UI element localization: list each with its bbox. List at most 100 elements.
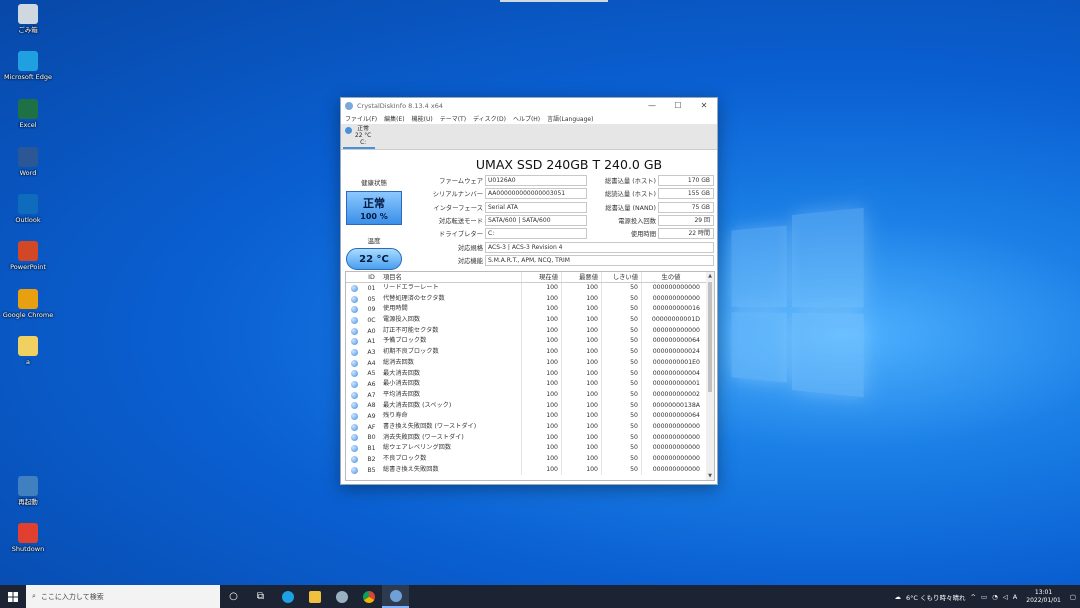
- attr-worst: 100: [562, 389, 602, 401]
- taskbar-search[interactable]: ⌕ ここに入力して検索: [26, 585, 220, 608]
- table-row[interactable]: AF 書き換え失敗回数 (ワーストダイ) 100 100 50 000000000000: [346, 421, 714, 433]
- col-current[interactable]: 現在値: [522, 272, 562, 282]
- attr-threshold: 50: [602, 464, 642, 476]
- attr-current: 100: [522, 304, 562, 316]
- stat-label: 総読込量 (ホスト): [605, 191, 656, 199]
- table-row[interactable]: B0 消去失敗回数 (ワーストダイ) 100 100 50 000000000000: [346, 432, 714, 444]
- attr-worst: 100: [562, 379, 602, 390]
- menu-item-4[interactable]: ディスク(D): [473, 114, 506, 123]
- health-status: 正常: [363, 197, 385, 210]
- menu-item-1[interactable]: 編集(E): [384, 114, 404, 123]
- table-row[interactable]: B1 総ウェアレベリング回数 100 100 50 000000000000: [346, 443, 714, 454]
- attr-raw: 00000000138A: [652, 401, 700, 409]
- top-edge-bar: [500, 0, 608, 2]
- attr-raw: 000000000001: [652, 380, 700, 388]
- attr-id: A6: [367, 381, 376, 389]
- attr-id: B2: [367, 455, 376, 463]
- health-percent: 100 %: [360, 212, 388, 221]
- close-button[interactable]: ✕: [691, 98, 717, 113]
- menu-item-6[interactable]: 言語(Language): [547, 114, 593, 123]
- health-status-button[interactable]: 正常 100 %: [346, 191, 402, 225]
- features-value: S.M.A.R.T., APM, NCQ, TRIM: [485, 254, 714, 266]
- desktop-icon-6[interactable]: Google Chrome: [0, 289, 59, 319]
- desktop-icon-1[interactable]: Microsoft Edge: [0, 51, 59, 81]
- desktop-icon-label: Outlook: [15, 216, 41, 224]
- menu-item-3[interactable]: テーマ(T): [440, 114, 466, 123]
- attr-worst: 100: [562, 347, 602, 358]
- menu-item-2[interactable]: 機能(U): [412, 114, 433, 123]
- health-label: 健康状態: [361, 179, 387, 187]
- volume-icon[interactable]: ◁: [1003, 593, 1008, 601]
- attr-raw: 000000000016: [652, 305, 700, 313]
- wifi-icon[interactable]: ◔: [992, 593, 998, 601]
- attr-threshold: 50: [602, 443, 642, 454]
- table-row[interactable]: 0C 電源投入回数 100 100 50 00000000001D: [346, 315, 714, 326]
- task-view-icon[interactable]: ⧉: [247, 585, 274, 608]
- table-row[interactable]: 09 使用時間 100 100 50 000000000016: [346, 304, 714, 316]
- title-bar[interactable]: CrystalDiskInfo 8.13.4 x64 — ☐ ✕: [341, 98, 717, 113]
- notification-icon[interactable]: ▢: [1070, 593, 1076, 601]
- table-row[interactable]: A5 最大消去回数 100 100 50 000000000004: [346, 368, 714, 380]
- system-tray: ☁ 6°C くもり時々晴れ ^ ▭ ◔ ◁ A 13:01 2022/01/01…: [895, 589, 1080, 605]
- file-icon: [18, 336, 38, 356]
- desktop-icon-5[interactable]: PowerPoint: [0, 241, 59, 271]
- table-row[interactable]: 05 代替処理済のセクタ数 100 100 50 000000000000: [346, 293, 714, 305]
- weather-text[interactable]: 6°C くもり時々晴れ: [906, 592, 966, 602]
- status-dot-icon: [350, 413, 358, 421]
- table-row[interactable]: A0 訂正不可能セクタ数 100 100 50 000000000000: [346, 325, 714, 337]
- ime-indicator[interactable]: A: [1013, 593, 1017, 601]
- menu-item-5[interactable]: ヘルプ(H): [513, 114, 540, 123]
- attr-id: A1: [367, 338, 376, 346]
- table-scrollbar[interactable]: ▲ ▼: [706, 272, 714, 480]
- table-row[interactable]: A3 初期不良ブロック数 100 100 50 000000000024: [346, 347, 714, 358]
- table-row[interactable]: B5 総書き換え失敗回数 100 100 50 000000000000: [346, 464, 714, 476]
- desktop-icon-3[interactable]: Word: [0, 147, 59, 177]
- drive-tab-c[interactable]: 正常 22 °C C:: [343, 126, 376, 149]
- cortana-icon[interactable]: ○: [220, 585, 247, 608]
- clock[interactable]: 13:01 2022/01/01: [1022, 589, 1065, 605]
- col-threshold[interactable]: しきい値: [602, 272, 642, 282]
- weather-icon[interactable]: ☁: [895, 593, 902, 601]
- scroll-thumb[interactable]: [708, 282, 712, 392]
- col-worst[interactable]: 最悪値: [562, 272, 602, 282]
- network-icon[interactable]: ▭: [981, 593, 987, 601]
- table-row[interactable]: A6 最小消去回数 100 100 50 000000000001: [346, 379, 714, 390]
- col-raw[interactable]: 生の値: [642, 272, 702, 282]
- minimize-button[interactable]: —: [639, 98, 665, 113]
- search-placeholder: ここに入力して検索: [40, 592, 104, 601]
- taskbar-crystaldiskinfo-icon[interactable]: [382, 585, 409, 608]
- desktop-icon-0[interactable]: ごみ箱: [0, 4, 59, 34]
- table-row[interactable]: A8 最大消去回数 (スペック) 100 100 50 00000000138A: [346, 400, 714, 412]
- menu-item-0[interactable]: ファイル(F): [345, 114, 377, 123]
- start-button[interactable]: [0, 585, 26, 608]
- table-row[interactable]: A4 総消去回数 100 100 50 0000000001E0: [346, 357, 714, 369]
- info-row: シリアルナンバー AA000000000000003051 総読込量 (ホスト) 15…: [411, 187, 715, 200]
- taskbar-edge-icon[interactable]: [274, 585, 301, 608]
- maximize-button[interactable]: ☐: [665, 98, 691, 113]
- table-row[interactable]: B2 不良ブロック数 100 100 50 000000000000: [346, 454, 714, 465]
- attr-current: 100: [522, 368, 562, 380]
- desktop-icon-8[interactable]: 再起動: [0, 476, 59, 506]
- window-title: CrystalDiskInfo 8.13.4 x64: [357, 101, 443, 110]
- stat-label: 総書込量 (NAND): [605, 204, 656, 212]
- table-row[interactable]: A1 予備ブロック数 100 100 50 000000000064: [346, 336, 714, 348]
- col-attribute[interactable]: 項目名: [381, 272, 522, 282]
- table-row[interactable]: 01 リードエラーレート 100 100 50 000000000000: [346, 283, 714, 294]
- table-row[interactable]: A9 残り寿命 100 100 50 000000000064: [346, 411, 714, 422]
- desktop-icon-7[interactable]: a: [0, 336, 59, 366]
- taskbar-app-icon[interactable]: [328, 585, 355, 608]
- file-explorer-icon[interactable]: [301, 585, 328, 608]
- desktop-icon-9[interactable]: Shutdown: [0, 523, 59, 553]
- attr-current: 100: [522, 389, 562, 401]
- attr-worst: 100: [562, 283, 602, 294]
- desktop-icon-4[interactable]: Outlook: [0, 194, 59, 224]
- scroll-down-icon[interactable]: ▼: [706, 472, 714, 480]
- word-icon: [18, 147, 38, 167]
- taskbar-chrome-icon[interactable]: [355, 585, 382, 608]
- windows-icon: [8, 591, 18, 602]
- table-row[interactable]: A7 平均消去回数 100 100 50 000000000002: [346, 389, 714, 401]
- col-id[interactable]: ID: [362, 274, 381, 281]
- scroll-up-icon[interactable]: ▲: [706, 272, 714, 280]
- chevron-up-icon[interactable]: ^: [971, 593, 976, 601]
- desktop-icon-2[interactable]: Excel: [0, 99, 59, 129]
